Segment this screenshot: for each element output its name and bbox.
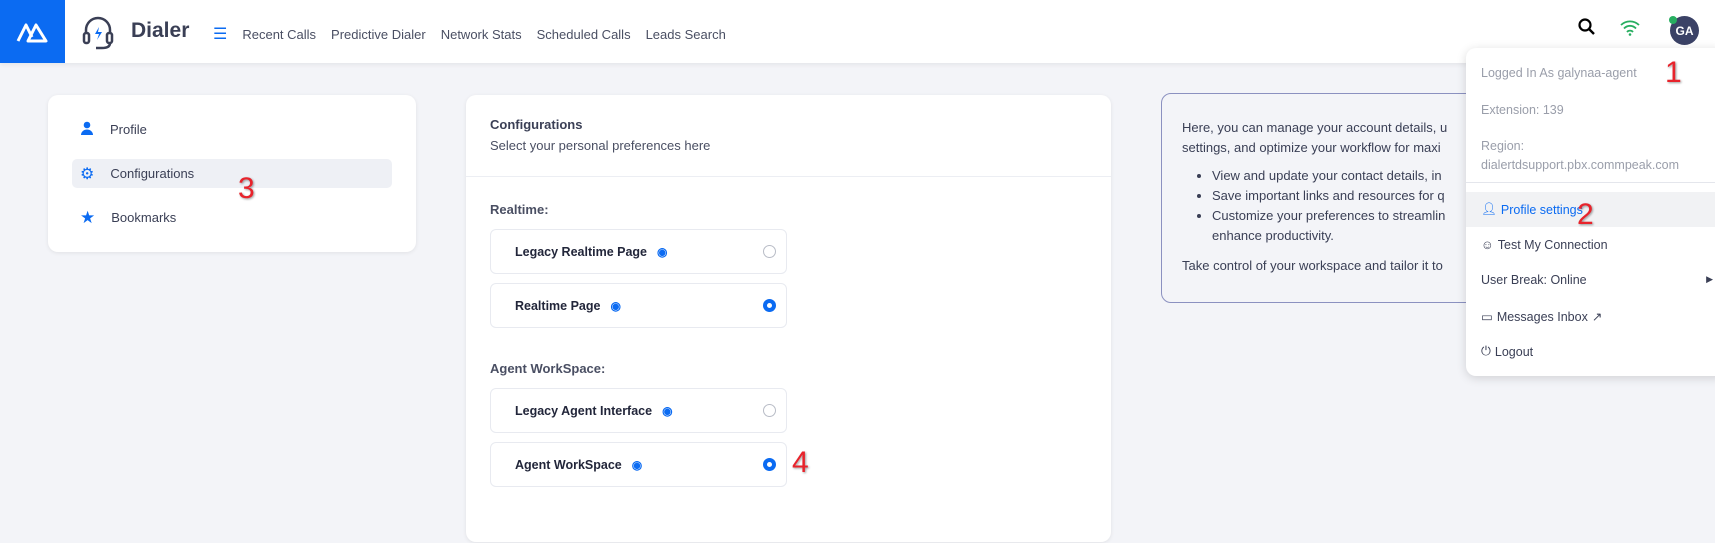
option-label: Agent WorkSpace xyxy=(515,457,622,472)
region-label: Region: xyxy=(1481,139,1525,153)
connection-icon: ☺ xyxy=(1481,237,1494,252)
user-icon: 👤︎ xyxy=(1481,202,1497,216)
caret-right-icon: ▶ xyxy=(1706,274,1713,284)
eye-icon[interactable]: ◉ xyxy=(662,404,672,418)
info-bullet-text: Customize your preferences to streamlin xyxy=(1212,208,1446,223)
menu-logout[interactable]: ⏻ Logout xyxy=(1466,334,1715,369)
annotation-3: 3 xyxy=(238,172,255,205)
annotation-4: 4 xyxy=(792,446,809,479)
sidebar-item-bookmarks[interactable]: ★ Bookmarks xyxy=(72,203,392,232)
nav-recent-calls[interactable]: Recent Calls xyxy=(242,27,316,42)
sidebar-item-profile[interactable]: Profile xyxy=(72,115,392,144)
section-realtime-label: Realtime: xyxy=(490,202,549,217)
section-agent-workspace-label: Agent WorkSpace: xyxy=(490,361,606,376)
menu-user-break[interactable]: User Break: Online ▶ xyxy=(1466,262,1715,297)
settings-sidebar: Profile ⚙ Configurations ★ Bookmarks xyxy=(48,95,416,252)
eye-icon[interactable]: ◉ xyxy=(657,245,667,259)
eye-icon[interactable]: ◉ xyxy=(632,458,642,472)
radio-legacy-agent-interface[interactable] xyxy=(763,404,776,417)
option-legacy-agent-interface[interactable]: Legacy Agent Interface ◉ xyxy=(490,388,787,433)
logo-icon xyxy=(16,23,47,42)
option-label: Legacy Agent Interface xyxy=(515,403,653,418)
panel-title: Configurations xyxy=(490,117,583,132)
nav-predictive-dialer[interactable]: Predictive Dialer xyxy=(331,27,426,42)
external-link-icon: ↗ xyxy=(1591,310,1603,324)
menu-messages-inbox[interactable]: ▭ Messages Inbox ↗ xyxy=(1466,299,1715,334)
headset-icon xyxy=(78,12,118,57)
menu-label: Test My Connection xyxy=(1497,237,1608,252)
panel-subtitle: Select your personal preferences here xyxy=(490,138,711,153)
menu-label: Profile settings xyxy=(1500,202,1583,217)
option-agent-workspace[interactable]: Agent WorkSpace ◉ xyxy=(490,442,787,487)
extension: Extension: 139 xyxy=(1481,103,1564,117)
radio-legacy-realtime-page[interactable] xyxy=(763,245,776,258)
menu-label: User Break: Online xyxy=(1481,272,1587,287)
user-icon xyxy=(80,121,94,138)
annotation-2: 2 xyxy=(1577,198,1594,231)
menu-label: Logout xyxy=(1494,344,1534,359)
wifi-icon[interactable] xyxy=(1620,20,1640,41)
power-icon: ⏻ xyxy=(1481,344,1491,358)
option-label: Realtime Page xyxy=(515,298,601,313)
inbox-icon: ▭ xyxy=(1481,310,1493,324)
menu-test-connection[interactable]: ☺ Test My Connection xyxy=(1466,227,1715,262)
option-legacy-realtime-page[interactable]: Legacy Realtime Page ◉ xyxy=(490,229,787,274)
sidebar-item-configurations[interactable]: ⚙ Configurations xyxy=(72,159,392,188)
brand-logo[interactable] xyxy=(0,0,65,63)
top-header: Dialer ☰ Recent Calls Predictive Dialer … xyxy=(0,0,1715,63)
gear-icon: ⚙ xyxy=(80,165,95,183)
star-icon: ★ xyxy=(80,207,96,227)
sidebar-item-label: Profile xyxy=(110,122,147,137)
option-realtime-page[interactable]: Realtime Page ◉ xyxy=(490,283,787,328)
info-bullet-text: enhance productivity. xyxy=(1212,228,1334,243)
region-value: dialertdsupport.pbx.commpeak.com xyxy=(1481,158,1680,172)
configurations-panel: Configurations Select your personal pref… xyxy=(466,95,1111,542)
radio-realtime-page[interactable] xyxy=(763,299,776,312)
eye-icon[interactable]: ◉ xyxy=(610,299,620,313)
menu-icon[interactable]: ☰ xyxy=(213,24,227,44)
nav-network-stats[interactable]: Network Stats xyxy=(441,27,522,42)
option-label: Legacy Realtime Page xyxy=(515,244,648,259)
online-status-dot xyxy=(1669,16,1677,24)
radio-agent-workspace[interactable] xyxy=(763,458,776,471)
nav-scheduled-calls[interactable]: Scheduled Calls xyxy=(537,27,631,42)
search-icon[interactable] xyxy=(1578,18,1596,41)
app-title: Dialer xyxy=(131,19,190,42)
logged-in-as: Logged In As galynaa-agent xyxy=(1481,66,1637,80)
divider xyxy=(1466,182,1715,183)
main-nav: ☰ Recent Calls Predictive Dialer Network… xyxy=(213,24,726,44)
sidebar-item-label: Bookmarks xyxy=(111,210,177,225)
annotation-1: 1 xyxy=(1665,56,1682,89)
nav-leads-search[interactable]: Leads Search xyxy=(646,27,726,42)
sidebar-item-label: Configurations xyxy=(110,166,195,181)
menu-label: Messages Inbox xyxy=(1496,309,1588,324)
